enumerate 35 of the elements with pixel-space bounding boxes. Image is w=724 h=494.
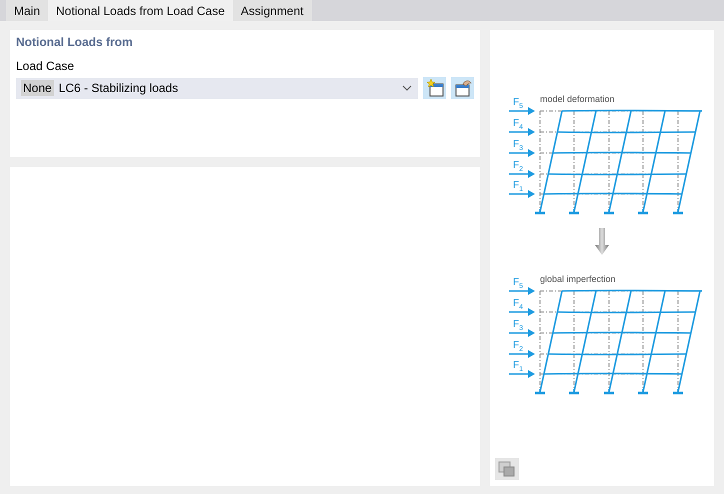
load-arrow bbox=[509, 308, 535, 316]
load-arrow bbox=[509, 190, 535, 198]
load-label: F$_{5}$ bbox=[513, 277, 524, 292]
dropdown-value: LC6 - Stabilizing loads bbox=[58, 81, 180, 95]
load-label: F$_{1}$ bbox=[513, 180, 524, 195]
load-arrow bbox=[509, 370, 535, 378]
tab[interactable]: Main bbox=[6, 0, 48, 21]
load-arrow bbox=[509, 329, 535, 337]
load-label: F$_{3}$ bbox=[513, 319, 524, 334]
load-label: F$_{2}$ bbox=[513, 160, 524, 175]
load-arrow bbox=[509, 170, 535, 178]
tab[interactable]: Notional Loads from Load Case bbox=[48, 0, 233, 21]
load-arrow bbox=[509, 149, 535, 157]
load-label: F$_{4}$ bbox=[513, 298, 524, 313]
caret-icon bbox=[402, 85, 412, 91]
load-arrow bbox=[509, 107, 535, 115]
diagram-title: model deformation bbox=[540, 94, 615, 104]
edit-load-case-button[interactable] bbox=[451, 77, 474, 99]
load-label: F$_{4}$ bbox=[513, 118, 524, 133]
load-label: F$_{2}$ bbox=[513, 340, 524, 355]
section-title: Notional Loads from bbox=[16, 35, 134, 49]
load-case-dropdown[interactable]: None LC6 - Stabilizing loads bbox=[16, 78, 418, 98]
field-label: Load Case bbox=[16, 59, 76, 73]
load-arrow bbox=[509, 128, 535, 136]
load-arrow bbox=[509, 350, 535, 358]
new-load-case-button[interactable] bbox=[423, 77, 446, 99]
load-arrow bbox=[509, 287, 535, 295]
diagram-title: global imperfection bbox=[540, 274, 616, 284]
down-arrow-icon bbox=[595, 228, 609, 255]
load-label: F$_{1}$ bbox=[513, 360, 524, 375]
tab[interactable]: Assignment bbox=[232, 0, 312, 21]
load-label: F$_{5}$ bbox=[513, 97, 524, 112]
picture-options-button[interactable] bbox=[495, 458, 519, 480]
none-tag: None bbox=[21, 80, 54, 96]
load-label: F$_{3}$ bbox=[513, 139, 524, 154]
